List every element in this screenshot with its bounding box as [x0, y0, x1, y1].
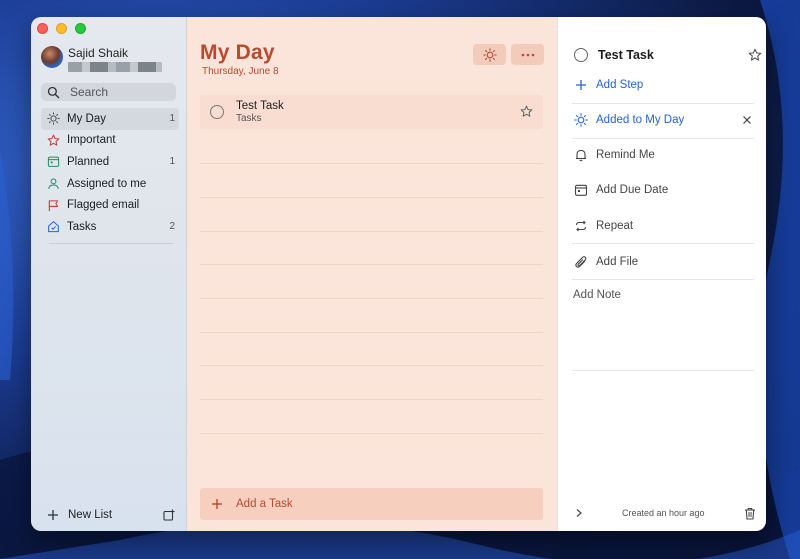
divider	[572, 103, 754, 104]
window-controls	[37, 23, 86, 34]
add-task-input[interactable]: Add a Task	[200, 488, 543, 520]
profile-name: Sajid Shaik	[68, 46, 129, 60]
divider	[572, 370, 754, 371]
plus-icon	[48, 510, 58, 520]
add-file-label: Add File	[596, 256, 639, 268]
divider	[572, 138, 754, 139]
sidebar-item-count: 1	[169, 156, 175, 168]
sidebar-item-important[interactable]: Important	[41, 130, 179, 152]
bell-icon	[576, 149, 586, 162]
detail-task-title[interactable]: Test Task	[598, 48, 654, 62]
sidebar-item-label: Planned	[67, 155, 110, 168]
star-icon	[47, 134, 60, 146]
person-icon	[48, 178, 59, 189]
sun-icon	[47, 112, 60, 126]
list-divider	[200, 231, 543, 232]
add-step-button[interactable]: Add Step	[574, 78, 756, 92]
calendar-icon	[47, 157, 60, 168]
list-divider	[200, 433, 543, 434]
add-due-date-label: Add Due Date	[596, 184, 669, 196]
sidebar-item-label: My Day	[67, 112, 106, 125]
sidebar-item-label: Important	[67, 134, 116, 147]
sidebar-divider	[49, 243, 173, 244]
list-divider	[200, 399, 543, 400]
star-icon[interactable]	[748, 48, 762, 62]
list-divider	[200, 365, 543, 366]
task-list-pane: My Day Thursday, June 8 Test Task Tasks …	[187, 17, 557, 531]
suggestions-button[interactable]	[473, 44, 506, 65]
sidebar-item-my-day[interactable]: My Day 1	[41, 108, 179, 130]
add-task-placeholder: Add a Task	[236, 498, 293, 510]
my-day-label: Added to My Day	[596, 114, 685, 126]
task-title: Test Task	[236, 99, 284, 112]
user-profile[interactable]: Sajid Shaik	[41, 46, 162, 72]
sidebar-item-label: Flagged email	[67, 199, 140, 212]
new-list-button[interactable]: New List	[47, 509, 112, 521]
task-complete-checkbox[interactable]	[210, 105, 224, 119]
divider	[572, 243, 754, 244]
plus-icon	[576, 80, 586, 90]
new-list-label: New List	[68, 509, 113, 521]
add-step-label: Add Step	[596, 79, 644, 91]
flag-icon	[48, 200, 59, 211]
sidebar-item-label: Tasks	[67, 220, 97, 233]
task-item[interactable]: Test Task Tasks	[200, 95, 543, 129]
page-date: Thursday, June 8	[202, 66, 279, 77]
list-divider	[200, 332, 543, 333]
ellipsis-icon	[521, 53, 534, 56]
divider	[572, 279, 754, 280]
search-icon	[47, 86, 60, 98]
sun-icon	[574, 113, 588, 127]
sun-icon	[482, 47, 497, 62]
profile-email-redacted	[68, 62, 162, 72]
home-icon	[48, 221, 59, 233]
page-title: My Day	[200, 41, 275, 64]
sidebar-item-count: 1	[169, 113, 175, 125]
new-group-icon[interactable]	[163, 509, 175, 521]
search-input[interactable]: Search	[41, 83, 176, 101]
chevron-right-icon[interactable]	[574, 508, 584, 518]
remind-me-button[interactable]: Remind Me	[574, 148, 756, 162]
created-timestamp: Created an hour ago	[622, 508, 705, 518]
task-list-name: Tasks	[236, 112, 262, 124]
sidebar-item-flagged-email[interactable]: Flagged email	[41, 194, 179, 216]
list-divider	[200, 197, 543, 198]
sidebar-item-label: Assigned to me	[67, 177, 147, 190]
list-divider	[200, 163, 543, 164]
minimize-window-button[interactable]	[56, 23, 67, 34]
todo-window: Sajid Shaik Search My Day 1 Important Pl…	[31, 17, 766, 531]
star-icon[interactable]	[520, 105, 533, 118]
trash-icon[interactable]	[744, 507, 756, 520]
repeat-button[interactable]: Repeat	[574, 219, 756, 233]
sidebar: Sajid Shaik Search My Day 1 Important Pl…	[31, 17, 187, 531]
sidebar-item-count: 2	[169, 221, 175, 233]
search-placeholder: Search	[70, 85, 109, 99]
my-day-toggle[interactable]: Added to My Day	[574, 113, 756, 127]
list-divider	[200, 298, 543, 299]
sidebar-nav: My Day 1 Important Planned 1 Assigned to…	[41, 108, 179, 238]
paperclip-icon	[575, 256, 587, 268]
zoom-window-button[interactable]	[75, 23, 86, 34]
plus-icon	[212, 499, 222, 509]
calendar-icon	[574, 184, 588, 196]
sidebar-item-assigned[interactable]: Assigned to me	[41, 173, 179, 195]
detail-header: Test Task	[574, 45, 762, 65]
remind-me-label: Remind Me	[596, 149, 655, 161]
close-icon[interactable]	[742, 115, 752, 125]
task-detail-pane: Test Task Add Step Added to My Day Remin…	[557, 17, 766, 531]
add-due-date-button[interactable]: Add Due Date	[574, 183, 756, 197]
sidebar-item-tasks[interactable]: Tasks 2	[41, 216, 179, 238]
add-note-field[interactable]: Add Note	[573, 289, 621, 301]
repeat-label: Repeat	[596, 220, 634, 232]
more-options-button[interactable]	[511, 44, 544, 65]
repeat-icon	[575, 220, 587, 232]
sidebar-item-planned[interactable]: Planned 1	[41, 151, 179, 173]
close-window-button[interactable]	[37, 23, 48, 34]
task-complete-checkbox[interactable]	[574, 48, 588, 62]
list-divider	[200, 264, 543, 265]
avatar	[41, 46, 63, 68]
detail-footer: Created an hour ago	[574, 505, 756, 521]
add-file-button[interactable]: Add File	[574, 255, 756, 269]
